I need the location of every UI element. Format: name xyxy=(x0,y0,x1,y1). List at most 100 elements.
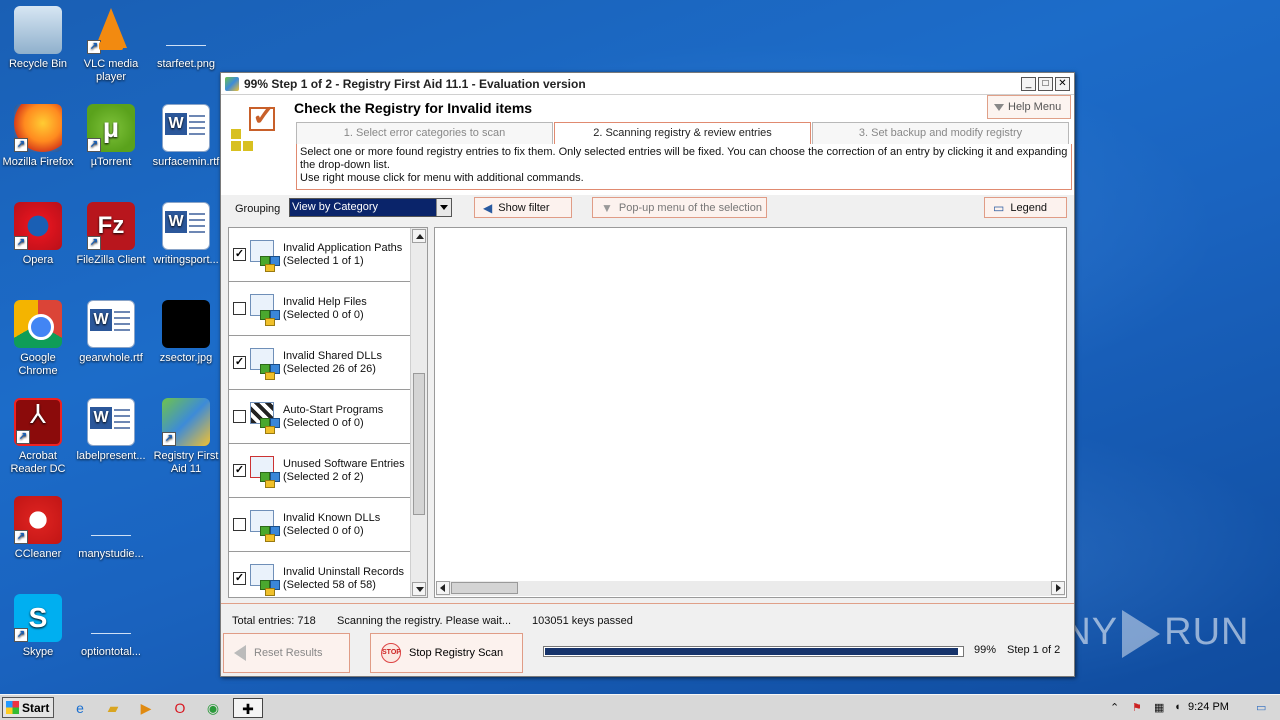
ie-icon[interactable]: e xyxy=(70,698,90,718)
minimize-button[interactable]: _ xyxy=(1021,76,1036,91)
category-item[interactable]: Auto-Start Programs (Selected 0 of 0) xyxy=(229,390,411,444)
speech-bubble-icon: ▭ xyxy=(993,200,1005,215)
entries-detail-pane[interactable] xyxy=(434,227,1067,598)
category-checkbox[interactable] xyxy=(233,518,246,531)
keys-passed: 103051 keys passed xyxy=(532,615,633,627)
scroll-right-icon[interactable] xyxy=(1051,581,1065,595)
file-icon xyxy=(87,594,135,642)
show-desktop-icon[interactable]: ▭ xyxy=(1256,701,1266,714)
desktop-icon-utorrent[interactable]: µ ↗ µTorrent xyxy=(73,104,149,169)
action-center-icon[interactable]: ⚑ xyxy=(1132,701,1142,714)
chrome-icon[interactable]: ◉ xyxy=(203,698,223,718)
desktop-icon-opera[interactable]: ↗ Opera xyxy=(0,202,76,267)
clock[interactable]: 9:24 PM xyxy=(1188,701,1229,713)
scrollbar-thumb[interactable] xyxy=(413,373,425,515)
category-scrollbar[interactable] xyxy=(410,228,427,597)
category-item[interactable]: Invalid Known DLLs (Selected 0 of 0) xyxy=(229,498,411,552)
media-player-icon[interactable]: ▶ xyxy=(136,698,156,718)
desktop-icon-firefox[interactable]: ↗ Mozilla Firefox xyxy=(0,104,76,169)
legend-button[interactable]: ▭ Legend xyxy=(984,197,1067,218)
tab-backup-modify[interactable]: 3. Set backup and modify registry xyxy=(812,122,1069,144)
desktop-icon-vlc[interactable]: ↗ VLC media player xyxy=(73,6,149,84)
acrobat-icon: ↗ xyxy=(14,398,62,446)
maximize-button[interactable]: □ xyxy=(1038,76,1053,91)
desktop-icon-skype[interactable]: S ↗ Skype xyxy=(0,594,76,659)
desktop-icon-chrome[interactable]: Google Chrome xyxy=(0,300,76,378)
application-paths-icon xyxy=(248,238,282,272)
category-item[interactable]: Invalid Help Files (Selected 0 of 0) xyxy=(229,282,411,336)
desktop-icon-gearwhole[interactable]: W gearwhole.rtf xyxy=(73,300,149,365)
help-menu-button[interactable]: Help Menu xyxy=(987,95,1071,119)
popup-menu-button[interactable]: ▼ Pop-up menu of the selection xyxy=(592,197,767,218)
desktop-icon-writingsport[interactable]: W writingsport... xyxy=(148,202,224,267)
explorer-icon[interactable]: ▰ xyxy=(103,698,123,718)
checklist-icon xyxy=(231,99,281,157)
file-icon xyxy=(87,496,135,544)
category-checkbox[interactable]: ✓ xyxy=(233,248,246,261)
category-checkbox[interactable] xyxy=(233,410,246,423)
show-filter-button[interactable]: ◀ Show filter xyxy=(474,197,572,218)
category-checkbox[interactable] xyxy=(233,302,246,315)
chevron-down-icon xyxy=(994,103,1004,111)
app-icon xyxy=(225,76,239,91)
category-item[interactable]: ✓ Invalid Application Paths (Selected 1 o… xyxy=(229,228,411,282)
window-titlebar[interactable]: 99% Step 1 of 2 - Registry First Aid 11.… xyxy=(221,73,1074,95)
tab-scanning-review[interactable]: 2. Scanning registry & review entries xyxy=(554,122,811,144)
ccleaner-icon: ↗ xyxy=(14,496,62,544)
scrollbar-thumb[interactable] xyxy=(451,582,518,594)
skype-icon: S ↗ xyxy=(14,594,62,642)
category-checkbox[interactable]: ✓ xyxy=(233,464,246,477)
desktop-icon-labelpresent[interactable]: W labelpresent... xyxy=(73,398,149,463)
step-indicator: Step 1 of 2 xyxy=(1007,644,1061,656)
reset-results-button[interactable]: Reset Results xyxy=(223,633,350,673)
desktop-icon-registry-first-aid[interactable]: ↗ Registry First Aid 11 xyxy=(148,398,224,476)
category-item[interactable]: ✓ Invalid Shared DLLs (Selected 26 of 26) xyxy=(229,336,411,390)
dropdown-arrow-icon[interactable] xyxy=(436,199,451,216)
desktop-icon-surfacemin[interactable]: W surfacemin.rtf xyxy=(148,104,224,169)
grouping-select[interactable]: View by Category xyxy=(289,198,452,217)
category-item[interactable]: ✓ Invalid Uninstall Records (Selected 58 … xyxy=(229,552,411,597)
volume-icon[interactable]: ◖ xyxy=(1174,701,1181,713)
vlc-icon: ↗ xyxy=(87,6,135,54)
word-doc-icon: W xyxy=(87,398,135,446)
filter-arrow-icon: ◀ xyxy=(483,200,493,215)
desktop-icon-recycle-bin[interactable]: Recycle Bin xyxy=(0,6,76,71)
close-button[interactable]: ✕ xyxy=(1055,76,1070,91)
wizard-header: Check the Registry for Invalid items Hel… xyxy=(221,95,1074,195)
tab-select-categories[interactable]: 1. Select error categories to scan xyxy=(296,122,553,144)
scroll-down-icon[interactable] xyxy=(412,582,426,596)
desktop-icon-acrobat[interactable]: ↗ Acrobat Reader DC xyxy=(0,398,76,476)
opera-icon: ↗ xyxy=(14,202,62,250)
desktop-icon-starfeet[interactable]: starfeet.png xyxy=(148,6,224,71)
scroll-up-icon[interactable] xyxy=(412,229,426,243)
opera-icon[interactable]: O xyxy=(170,698,190,718)
category-item[interactable]: ✓ Unused Software Entries (Selected 2 of … xyxy=(229,444,411,498)
desktop-icon-manystudie[interactable]: manystudie... xyxy=(73,496,149,561)
chevron-up-icon[interactable]: ⌃ xyxy=(1110,701,1119,714)
scroll-left-icon[interactable] xyxy=(436,581,450,595)
scan-progress-bar xyxy=(543,646,964,657)
network-icon[interactable]: ▦ xyxy=(1154,701,1164,714)
utorrent-icon: µ ↗ xyxy=(87,104,135,152)
category-checkbox[interactable]: ✓ xyxy=(233,356,246,369)
desktop-icon-optiontotal[interactable]: optiontotal... xyxy=(73,594,149,659)
instructions-line-1: Select one or more found registry entrie… xyxy=(300,146,1068,171)
scan-status: Scanning the registry. Please wait... xyxy=(337,615,512,627)
registry-first-aid-icon[interactable]: ✚ xyxy=(233,698,263,718)
play-icon xyxy=(1122,610,1161,658)
category-checkbox[interactable]: ✓ xyxy=(233,572,246,585)
instructions-line-2: Use right mouse click for menu with addi… xyxy=(300,172,584,184)
help-files-icon xyxy=(248,292,282,326)
start-button[interactable]: Start xyxy=(2,697,54,718)
back-arrow-icon xyxy=(234,645,246,661)
desktop-icon-zsector[interactable]: zsector.jpg xyxy=(148,300,224,365)
firefox-icon: ↗ xyxy=(14,104,62,152)
windows-logo-icon xyxy=(6,701,19,714)
stop-registry-scan-button[interactable]: STOP Stop Registry Scan xyxy=(370,633,523,673)
toolbar: Grouping View by Category ◀ Show filter … xyxy=(221,195,1074,225)
desktop-icon-filezilla[interactable]: Fz ↗ FileZilla Client xyxy=(73,202,149,267)
desktop-icon-ccleaner[interactable]: ↗ CCleaner xyxy=(0,496,76,561)
known-dlls-icon xyxy=(248,508,282,542)
detail-horizontal-scrollbar[interactable] xyxy=(436,581,1065,596)
unused-software-icon xyxy=(248,454,282,488)
